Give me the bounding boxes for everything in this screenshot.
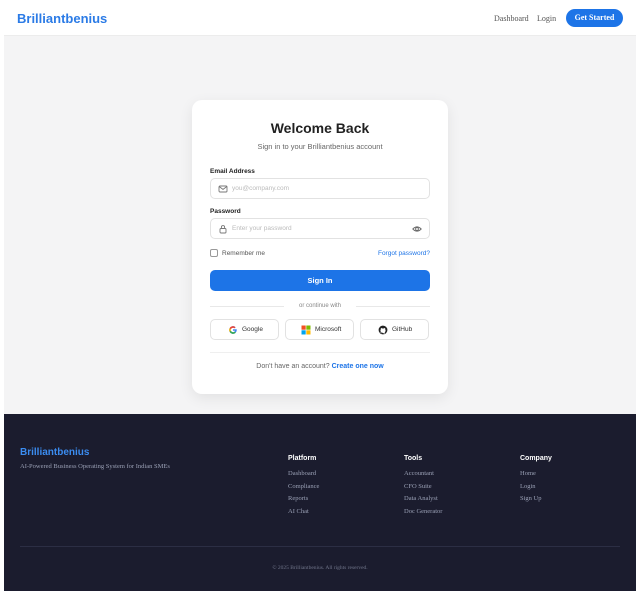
footer-link-dashboard[interactable]: Dashboard xyxy=(288,470,319,483)
page: Brilliantbenius Dashboard Login Get Star… xyxy=(4,0,636,591)
eye-icon[interactable] xyxy=(412,224,422,234)
mail-icon xyxy=(218,185,228,193)
footer-link-login[interactable]: Login xyxy=(520,483,552,496)
email-field[interactable]: you@company.com xyxy=(210,178,430,199)
top-nav: Brilliantbenius Dashboard Login Get Star… xyxy=(4,0,636,36)
footer-link-ai-chat[interactable]: AI Chat xyxy=(288,508,319,521)
login-card: Welcome Back Sign in to your Brilliantbe… xyxy=(192,100,448,394)
page-title: Welcome Back xyxy=(270,120,370,136)
divider-label: or continue with xyxy=(192,303,448,309)
password-field[interactable]: Enter your password xyxy=(210,218,430,239)
footer-link-reports[interactable]: Reports xyxy=(288,495,319,508)
page-subtitle: Sign in to your Brilliantbenius account xyxy=(257,142,383,151)
signup-prompt: Don't have an account? Create one now xyxy=(256,363,384,370)
nav-dashboard-link[interactable]: Dashboard xyxy=(494,14,529,23)
footer-link-doc-generator[interactable]: Doc Generator xyxy=(404,508,442,521)
remember-checkbox[interactable] xyxy=(210,249,218,257)
footer-link-data-analyst[interactable]: Data Analyst xyxy=(404,495,442,508)
github-signin-button[interactable]: GitHub xyxy=(360,319,429,340)
footer-column-company: Company Home Login Sign Up xyxy=(520,455,552,508)
microsoft-signin-button[interactable]: Microsoft xyxy=(285,319,354,340)
github-icon xyxy=(378,325,388,335)
create-account-link[interactable]: Create one now xyxy=(332,363,384,370)
password-label: Password xyxy=(210,208,241,215)
google-signin-button[interactable]: Google xyxy=(210,319,279,340)
footer-link-cfo-suite[interactable]: CFO Suite xyxy=(404,483,442,496)
footer-tagline: AI-Powered Business Operating System for… xyxy=(20,463,170,470)
footer-column-title: Platform xyxy=(288,455,317,462)
email-placeholder: you@company.com xyxy=(232,185,290,192)
footer-column-tools: Tools Accountant CFO Suite Data Analyst … xyxy=(404,455,442,520)
lock-icon xyxy=(219,225,227,234)
footer-link-home[interactable]: Home xyxy=(520,470,552,483)
remember-label: Remember me xyxy=(222,250,265,257)
footer-brand: Brilliantbenius xyxy=(20,447,90,458)
footer-link-sign-up[interactable]: Sign Up xyxy=(520,495,552,508)
footer-column-title: Company xyxy=(520,455,552,462)
google-icon xyxy=(229,326,237,334)
password-placeholder: Enter your password xyxy=(232,225,292,232)
footer: Brilliantbenius AI-Powered Business Oper… xyxy=(4,414,636,591)
footer-column-title: Tools xyxy=(404,455,423,462)
github-label: GitHub xyxy=(392,326,413,333)
footer-column-platform: Platform Dashboard Compliance Reports AI… xyxy=(288,455,319,520)
card-divider xyxy=(210,352,430,353)
sign-in-button[interactable]: Sign In xyxy=(210,270,430,291)
microsoft-icon xyxy=(301,325,311,335)
get-started-button[interactable]: Get Started xyxy=(566,9,623,27)
forgot-password-link[interactable]: Forgot password? xyxy=(378,250,430,257)
email-label: Email Address xyxy=(210,168,255,175)
copyright: © 2025 Brilliantbenius. All rights reser… xyxy=(272,565,368,571)
brand-logo[interactable]: Brilliantbenius xyxy=(17,11,107,26)
footer-link-compliance[interactable]: Compliance xyxy=(288,483,319,496)
microsoft-label: Microsoft xyxy=(315,326,342,333)
nav-login-link[interactable]: Login xyxy=(537,14,556,23)
footer-divider xyxy=(20,546,620,547)
google-label: Google xyxy=(242,326,263,333)
footer-link-accountant[interactable]: Accountant xyxy=(404,470,442,483)
